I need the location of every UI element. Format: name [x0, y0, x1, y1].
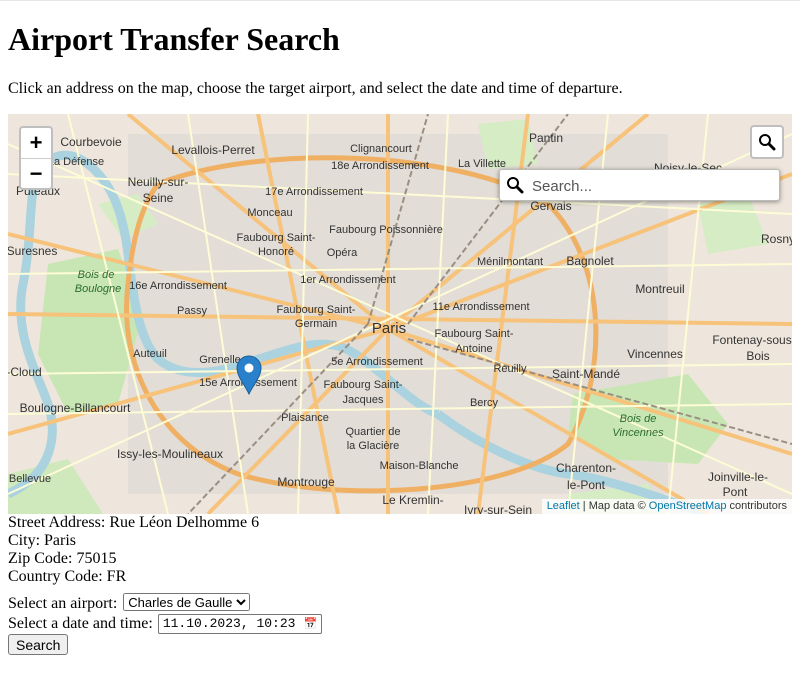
map-label: Bois — [746, 349, 769, 363]
datetime-value: 11.10.2023, 10:23 — [162, 616, 296, 631]
map-label: 11e Arrondissement — [432, 301, 529, 313]
intro-text: Click an address on the map, choose the … — [8, 80, 623, 97]
map-label: Le Kremlin- — [382, 493, 443, 507]
zoom-control: + − — [19, 126, 53, 190]
map-label: Ménilmontant — [477, 256, 543, 268]
map-label: 18e Arrondissement — [331, 160, 429, 172]
map-label: Bellevue — [9, 473, 51, 485]
map-label: Bagnolet — [566, 254, 614, 268]
map-label: Quartier de — [345, 426, 400, 438]
map-label: Vincennes — [612, 427, 664, 439]
zoom-in-button[interactable]: + — [21, 128, 51, 158]
attribution-separator: | Map data © — [582, 500, 646, 512]
datetime-label: Select a date and time: — [8, 615, 153, 632]
map-label: Saint-Mandé — [552, 367, 620, 381]
map-label: Joinville-le- — [708, 470, 768, 484]
search-icon — [759, 134, 776, 151]
map-label: Boulogne-Billancourt — [20, 401, 131, 415]
map-label: Reuilly — [493, 363, 527, 375]
map-search-input[interactable] — [530, 174, 774, 198]
attribution-contributors: contributors — [729, 500, 787, 512]
map-label: Passy — [177, 305, 207, 317]
map-label: Jacques — [343, 394, 384, 406]
map-label: Issy-les-Moulineaux — [117, 447, 223, 461]
map-label: Bercy — [470, 397, 499, 409]
map-label: Ivry-sur-Sein — [464, 503, 532, 514]
map-label: Plaisance — [281, 412, 329, 424]
map-label: Pantin — [529, 131, 563, 145]
location-marker-icon[interactable] — [236, 355, 262, 395]
zip-code: Zip Code: 75015 — [8, 550, 117, 567]
map-label: Maison-Blanche — [380, 460, 459, 472]
airport-row: Select an airport: Charles de Gaulle — [8, 593, 251, 614]
map-label: Auteuil — [133, 348, 167, 360]
map-label: La Défense — [48, 156, 104, 168]
map-label: Antoine — [455, 343, 492, 355]
map-label: Boulogne — [75, 283, 122, 295]
map-label: 16e Arrondissement — [129, 280, 227, 292]
leaflet-link[interactable]: Leaflet — [547, 500, 580, 512]
map-label: Faubourg Saint- — [277, 304, 356, 316]
map-label: le-Pont — [567, 478, 606, 492]
address-details: Street Address: Rue Léon Delhomme 6 City… — [8, 514, 259, 586]
map-label: Vincennes — [627, 347, 683, 361]
map-label: 17e Arrondissement — [265, 186, 363, 198]
map-label: Grenelle — [199, 354, 241, 366]
datetime-row: Select a date and time: 11.10.2023, 10:2… — [8, 614, 323, 634]
openstreetmap-link[interactable]: OpenStreetMap — [649, 500, 727, 512]
city: City: Paris — [8, 532, 77, 549]
map-label: Montreuil — [635, 282, 684, 296]
map-label: -Cloud — [8, 365, 42, 379]
airport-select[interactable]: Charles de Gaulle — [123, 593, 251, 611]
map-label: Gervais — [530, 199, 571, 213]
calendar-icon[interactable]: 📅 — [303, 619, 317, 631]
map-label: Clignancourt — [350, 143, 412, 155]
map-label: la Glacière — [347, 440, 400, 452]
map-label: Opéra — [327, 247, 358, 259]
map-label: Bois de — [78, 269, 115, 281]
zoom-out-button[interactable]: − — [21, 158, 51, 188]
map-label: Faubourg Saint- — [435, 328, 514, 340]
map-label: Faubourg Saint- — [324, 379, 403, 391]
map-label: 5e Arrondissement — [331, 356, 423, 368]
map-label: 1er Arrondissement — [300, 274, 395, 286]
page-title: Airport Transfer Search — [8, 21, 340, 57]
map-search-box — [499, 169, 780, 201]
map[interactable]: Pantin Courbevoie Levallois-Perret Clign… — [8, 114, 792, 514]
map-label: Faubourg Saint- — [237, 232, 316, 244]
map-label: Rosny — [761, 232, 792, 246]
search-button[interactable]: Search — [8, 634, 69, 655]
map-label: Fontenay-sous- — [712, 333, 792, 347]
map-label: Seine — [143, 191, 174, 205]
map-label: Faubourg Poissonnière — [329, 224, 443, 236]
map-label: Germain — [295, 318, 337, 330]
map-label: Courbevoie — [60, 135, 122, 149]
map-search-toggle-button[interactable] — [750, 125, 784, 159]
map-label: Bois de — [620, 413, 657, 425]
airport-label: Select an airport: — [8, 595, 118, 612]
map-label: Honoré — [258, 246, 294, 258]
map-label: Neuilly-sur- — [128, 175, 189, 189]
map-label: Montrouge — [277, 475, 335, 489]
map-label: Levallois-Perret — [171, 143, 255, 157]
map-label: Pont — [723, 485, 748, 499]
street-address: Street Address: Rue Léon Delhomme 6 — [8, 514, 260, 531]
map-label: Suresnes — [8, 244, 57, 258]
top-border — [0, 0, 800, 1]
map-label: La Villette — [458, 158, 506, 170]
map-label: Monceau — [247, 207, 292, 219]
map-label: Paris — [372, 320, 406, 337]
search-icon — [507, 177, 524, 194]
map-attribution: Leaflet | Map data © OpenStreetMap contr… — [541, 499, 792, 514]
datetime-input[interactable]: 11.10.2023, 10:23 📅 — [157, 614, 323, 634]
country-code: Country Code: FR — [8, 568, 127, 585]
map-label: Charenton- — [556, 461, 616, 475]
